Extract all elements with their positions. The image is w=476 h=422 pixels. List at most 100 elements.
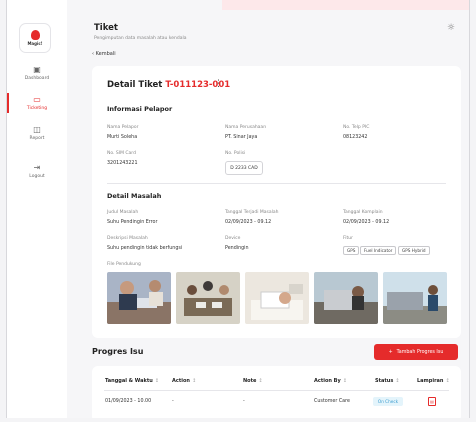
- app-frame: Magic! ▣ Dashboard ▭ Ticketing ◫ Report …: [6, 0, 470, 418]
- field-value: 02/09/2023 - 09.12: [343, 220, 390, 225]
- field-nama-pelapor: Nama Pelapor Murti Soleha: [107, 125, 139, 140]
- sidebar-item-label: Ticketing: [26, 106, 48, 111]
- field-value: 02/09/2023 - 09.12: [225, 220, 272, 225]
- field-file-pendukung: File Pendukung: [107, 262, 141, 267]
- sort-icon: ↕: [445, 378, 450, 384]
- column-label: Note: [243, 378, 257, 384]
- more-options-icon[interactable]: ⋮: [214, 79, 223, 89]
- field-label: Nama Perusahaan: [225, 125, 267, 130]
- pdf-file-icon[interactable]: ▤: [428, 397, 436, 406]
- section-informasi-pelapor: Informasi Pelapor: [107, 105, 173, 113]
- sidebar-item-label: Report: [29, 136, 45, 141]
- attachment-photo[interactable]: [383, 272, 447, 324]
- field-label: Tanggal Komplain: [343, 210, 383, 215]
- sort-icon: ↕: [154, 378, 159, 384]
- field-device: Device Pendingin: [225, 236, 249, 251]
- section-detail-masalah: Detail Masalah: [107, 192, 162, 200]
- lightbulb-icon[interactable]: ☼: [447, 23, 455, 33]
- app-logo: Magic!: [20, 24, 50, 52]
- column-label: Lampiran: [417, 378, 444, 384]
- page-title: Tiket: [94, 23, 118, 33]
- dashboard-icon: ▣: [33, 65, 41, 74]
- field-value: PT. Sinar Jaya: [225, 135, 258, 140]
- field-label: Deskripsi Masalah: [107, 236, 148, 241]
- column-header-action[interactable]: Action ↕: [172, 378, 196, 384]
- sidebar-item-label: Logout: [29, 174, 45, 179]
- field-value: Suhu pendingin tidak berfungsi: [107, 246, 183, 251]
- field-label: Judul Masalah: [107, 210, 139, 215]
- detail-title-prefix: Detail Tiket: [107, 80, 166, 90]
- field-deskripsi: Deskripsi Masalah Suhu pendingin tidak b…: [107, 236, 182, 251]
- field-label: Tanggal Terjadi Masalah: [225, 210, 279, 215]
- report-icon: ◫: [33, 125, 41, 134]
- fitur-tag: GPS Hybrid: [398, 246, 430, 255]
- attachment-photo[interactable]: [314, 272, 378, 324]
- column-header-status[interactable]: Status ↕: [375, 378, 400, 384]
- cell-tanggal: 01/09/2023 - 10.00: [105, 399, 152, 404]
- sort-icon: ↕: [342, 378, 347, 384]
- column-header-lampiran[interactable]: Lampiran ↕: [417, 378, 450, 384]
- attachment-photo[interactable]: [107, 272, 171, 324]
- field-fitur: Fitur: [343, 236, 353, 241]
- sidebar-item-ticketing[interactable]: ▭ Ticketing: [7, 91, 67, 115]
- fitur-tag: Fuel Indicator: [360, 246, 397, 255]
- attachment-photo[interactable]: [176, 272, 240, 324]
- fitur-tag: GPS: [343, 246, 360, 255]
- field-nama-perusahaan: Nama Perusahaan PT. Sinar Jaya: [225, 125, 266, 140]
- plus-icon: +: [388, 349, 393, 355]
- field-label: Device: [225, 236, 241, 241]
- logo-text: Magic!: [27, 41, 43, 46]
- field-label: No. Telp PIC: [343, 125, 370, 130]
- field-tanggal-masalah: Tanggal Terjadi Masalah 02/09/2023 - 09.…: [225, 210, 279, 225]
- page-subtitle: Pengimputan data masalah atau kendala: [94, 36, 187, 41]
- cell-action: -: [172, 399, 174, 404]
- column-label: Action By: [314, 378, 341, 384]
- field-telp-pic: No. Telp PIC 08123242: [343, 125, 369, 140]
- main-content: Tiket Pengimputan data masalah atau kend…: [67, 0, 469, 418]
- field-value: Pendingin: [225, 246, 249, 251]
- column-label: Action: [172, 378, 190, 384]
- back-link[interactable]: ‹ Kembali: [92, 51, 116, 57]
- field-sim-card: No. SIM Card 3201243221: [107, 151, 138, 166]
- field-tanggal-komplain: Tanggal Komplain 02/09/2023 - 09.12: [343, 210, 389, 225]
- column-header-action-by[interactable]: Action By ↕: [314, 378, 347, 384]
- attachment-photo[interactable]: [245, 272, 309, 324]
- status-badge: On Check: [373, 397, 403, 406]
- column-header-tanggal[interactable]: Tanggal & Waktu ↕: [105, 378, 159, 384]
- field-value: 3201243221: [107, 161, 138, 166]
- field-label: Nama Pelapor: [107, 125, 139, 130]
- field-value: Suhu Pendingin Error: [107, 220, 158, 225]
- progress-table: Tanggal & Waktu ↕ Action ↕ Note ↕ Action By…: [92, 366, 461, 418]
- field-label: No. Polisi: [225, 151, 246, 156]
- column-label: Status: [375, 378, 394, 384]
- progress-title: Progres Isu: [92, 347, 144, 356]
- sort-icon: ↕: [258, 378, 263, 384]
- sort-icon: ↕: [395, 378, 400, 384]
- sidebar-item-report[interactable]: ◫ Report: [7, 121, 67, 145]
- sidebar-item-dashboard[interactable]: ▣ Dashboard: [7, 61, 67, 85]
- license-plate-badge: D 2233 CAD: [225, 161, 263, 175]
- detail-title: Detail Tiket T-011123-001: [107, 80, 230, 90]
- field-label: No. SIM Card: [107, 151, 136, 156]
- table-header-divider: [104, 390, 449, 391]
- logo-icon: [30, 30, 40, 40]
- sidebar-item-logout[interactable]: ⇥ Logout: [7, 159, 67, 183]
- sidebar-item-label: Dashboard: [24, 76, 50, 81]
- add-progress-label: Tambah Progres Isu: [396, 349, 444, 355]
- field-judul-masalah: Judul Masalah Suhu Pendingin Error: [107, 210, 157, 225]
- ticket-detail-card: Detail Tiket T-011123-001 ⋮ Informasi Pe…: [92, 66, 461, 338]
- column-header-note[interactable]: Note ↕: [243, 378, 263, 384]
- cell-action-by: Customer Care: [314, 399, 350, 404]
- field-label: File Pendukung: [107, 262, 141, 267]
- sort-icon: ↕: [191, 378, 197, 384]
- back-label: Kembali: [95, 51, 116, 57]
- sidebar: Magic! ▣ Dashboard ▭ Ticketing ◫ Report …: [7, 0, 67, 418]
- logout-icon: ⇥: [33, 163, 41, 172]
- ticket-icon: ▭: [33, 95, 41, 104]
- field-no-polisi: No. Polisi: [225, 151, 245, 156]
- add-progress-button[interactable]: + Tambah Progres Isu: [374, 344, 458, 360]
- field-value: 08123242: [343, 135, 368, 140]
- field-value: Murti Soleha: [107, 135, 138, 140]
- field-label: Fitur: [343, 236, 353, 241]
- column-label: Tanggal & Waktu: [105, 378, 153, 384]
